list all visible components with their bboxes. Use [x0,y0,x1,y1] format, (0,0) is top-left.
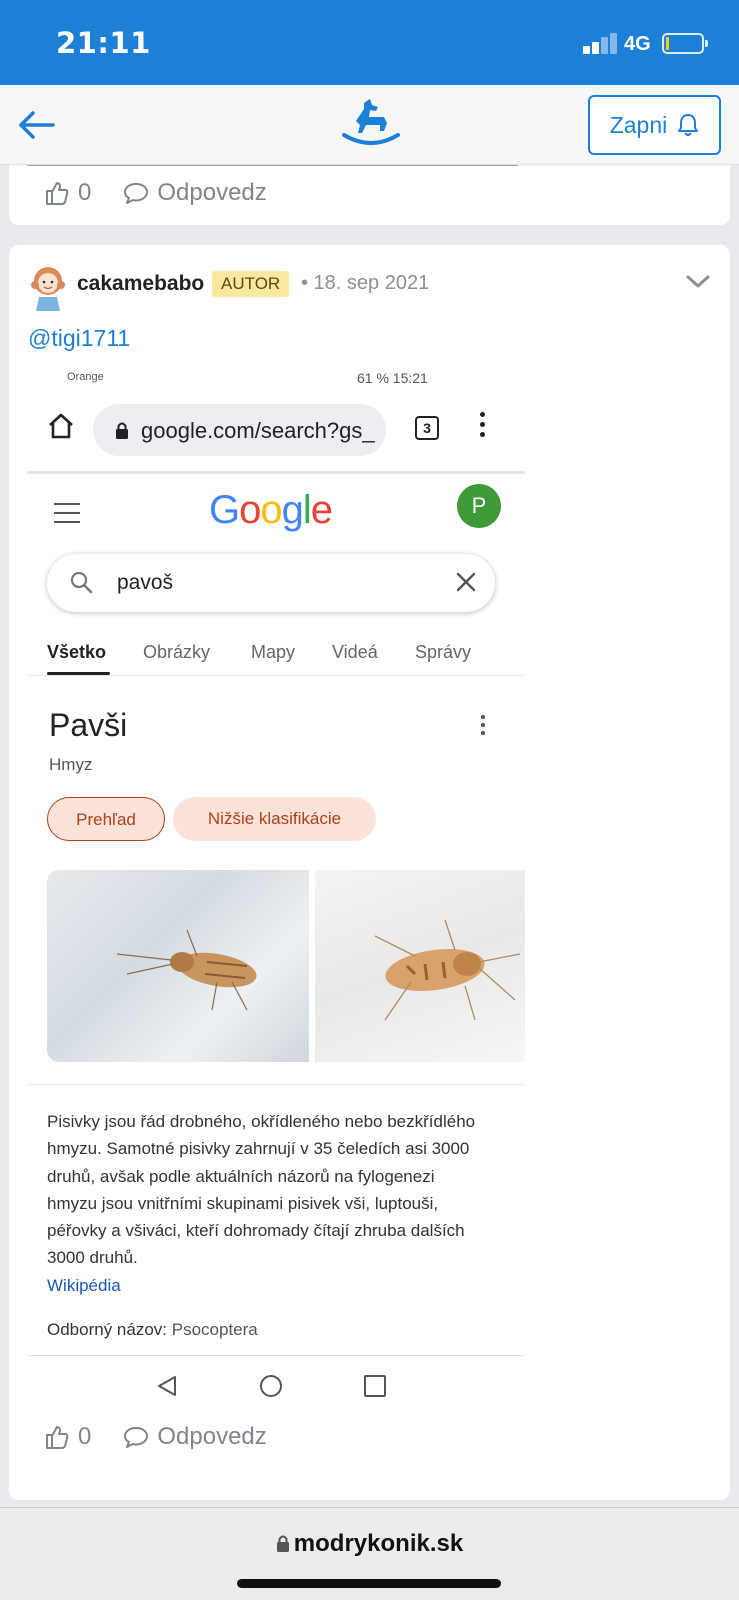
google-logo: Google [209,488,333,532]
tab-count: 3 [415,416,439,440]
reply-label: Odpovedz [157,179,267,206]
tab-news: Správy [415,642,472,662]
url-text: google.com/search?gs_ [141,418,375,443]
tab-videos: Videá [332,642,378,662]
scientific-name-row: Odborný názov: Psocoptera [47,1320,258,1340]
field-label: Odborný názov: [47,1320,168,1339]
chip-overview: Prehľad [47,797,165,841]
site-address[interactable]: modrykonik.sk [0,1530,739,1558]
url-bar: google.com/search?gs_ [93,404,386,456]
android-nav-bar [27,1355,525,1415]
bell-icon [678,114,699,136]
nav-back-icon [158,1376,176,1396]
like-button[interactable]: 0 [44,1423,91,1451]
description-text: Pisivky jsou řád drobného, okřídleného n… [47,1112,476,1268]
thumbs-up-icon [46,1426,69,1449]
more-vert-icon [481,715,485,735]
nav-recents-icon [364,1375,386,1397]
avatar[interactable] [28,265,68,311]
network-type: 4G [624,33,651,55]
speech-bubble-icon [124,1427,149,1448]
account-avatar: P [457,484,501,528]
home-indicator[interactable] [237,1579,501,1588]
divider [27,1084,525,1085]
notify-label: Zapni [609,111,668,138]
attached-screenshot[interactable]: Orange 61 % 15:21 google.com/search?gs_ … [27,360,525,1415]
chip-subclassifications: Nižšie klasifikácie [173,797,376,841]
back-button[interactable] [14,103,58,147]
post-actions: 0 Odpovedz [44,1423,267,1451]
reply-button[interactable]: Odpovedz [123,179,267,207]
nav-home-icon [260,1375,282,1397]
home-icon [49,413,73,439]
divider [27,471,525,474]
author-badge: AUTOR [212,271,290,297]
search-query: pavoš [117,571,174,594]
browser-toolbar: google.com/search?gs_ 3 [27,390,525,470]
field-value: Psocoptera [171,1320,258,1339]
status-time: 21:11 [56,26,151,60]
tab-maps: Mapy [251,642,296,662]
knowledge-panel-description: Pisivky jsou řád drobného, okřídleného n… [47,1108,487,1299]
divider [27,165,518,166]
domain-text: modrykonik.sk [293,1530,464,1557]
knowledge-panel-title: Pavši [49,707,128,743]
wikipedia-link: Wikipédia [47,1275,121,1295]
status-bar: 21:11 4G [0,0,739,85]
author-name[interactable]: cakamebabo [77,272,204,296]
reply-button[interactable]: Odpovedz [123,1423,267,1451]
search-icon [70,571,93,594]
like-count: 0 [78,179,92,206]
speech-bubble-icon [124,183,149,204]
carrier-label: Orange [67,371,104,383]
reply-label: Odpovedz [157,1423,267,1450]
thumbs-up-icon [46,182,69,205]
browser-address-bar[interactable]: modrykonik.sk [0,1507,739,1600]
more-vert-icon [479,412,485,442]
rocking-horse-icon[interactable] [340,95,402,151]
previous-comment-card: 0 Odpovedz [9,165,730,225]
post-date: • 18. sep 2021 [301,272,430,294]
signal-icon [583,32,619,54]
post-card: cakamebabo AUTOR • 18. sep 2021 @tigi171… [9,245,730,1500]
battery-icon [662,33,708,54]
mention-link[interactable]: @tigi1711 [28,325,130,352]
knowledge-panel-subtitle: Hmyz [49,755,93,774]
app-bar: Zapni [0,85,739,165]
android-status-bar: Orange 61 % 15:21 [27,360,525,390]
hamburger-menu-icon [54,503,80,523]
comment-actions: 0 Odpovedz [44,179,267,207]
like-count: 0 [78,1423,92,1450]
like-button[interactable]: 0 [44,179,91,207]
insect-photo [47,870,309,1062]
search-tabs: Všetko Obrázky Mapy Videá Správy [27,630,525,676]
insect-photo [315,870,525,1062]
tab-images: Obrázky [143,642,211,662]
lock-icon [116,422,128,439]
chevron-down-icon[interactable] [684,269,712,293]
close-icon [456,572,476,592]
tab-all: Všetko [47,642,107,662]
arrow-left-icon [19,111,55,139]
lock-icon [276,1535,289,1552]
notify-button[interactable]: Zapni [588,95,721,155]
android-status-right: 61 % 15:21 [357,370,428,386]
search-box: pavoš [47,554,495,612]
active-tab-indicator [47,672,110,675]
